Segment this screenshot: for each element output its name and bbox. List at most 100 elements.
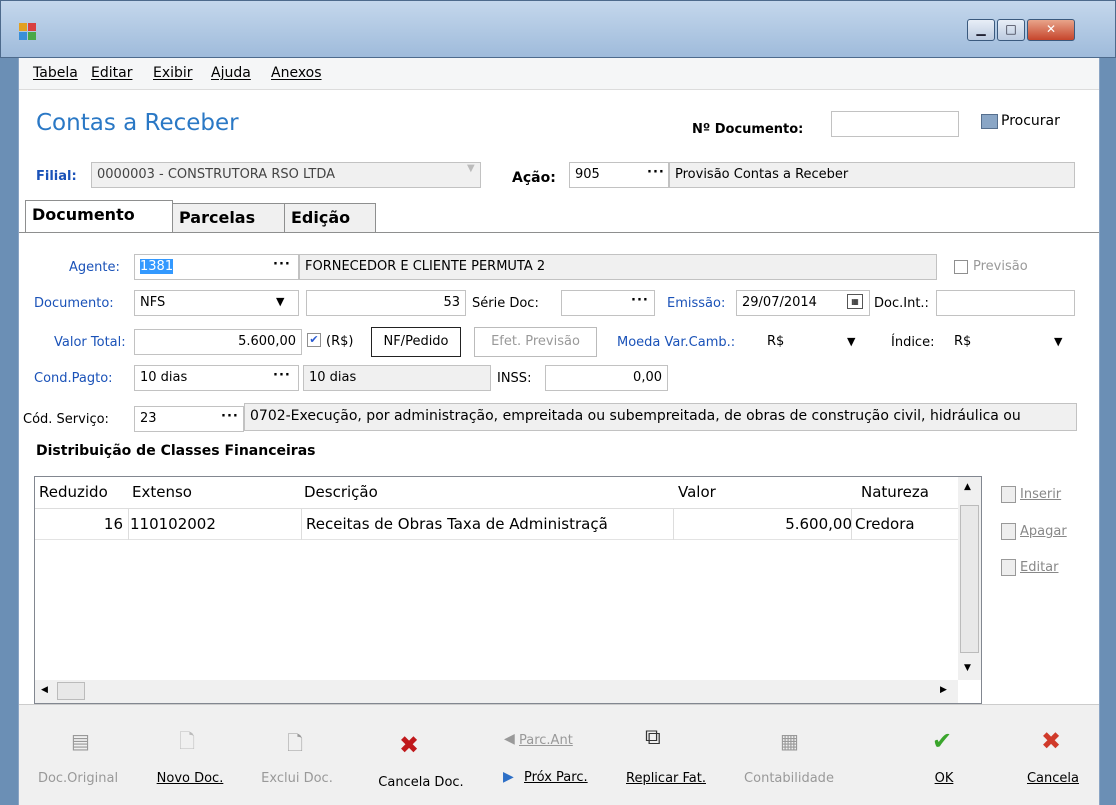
cod-servico-label: Cód. Serviço: <box>23 412 109 427</box>
acao-description: Provisão Contas a Receber <box>669 162 1075 188</box>
moeda-dropdown-icon[interactable]: ▼ <box>847 335 855 348</box>
doc-number-input[interactable] <box>831 111 959 137</box>
minimize-button[interactable]: ▁ <box>967 19 995 41</box>
inserir-label: Inserir <box>1020 487 1062 502</box>
delete-doc-icon: 🗋 <box>287 731 304 755</box>
cell-valor: 5.600,00 <box>785 515 852 533</box>
new-doc-icon: 🗋 <box>179 729 196 753</box>
filial-select[interactable]: 0000003 - CONSTRUTORA RSO LTDA <box>91 162 481 188</box>
col-natureza[interactable]: Natureza <box>861 483 929 501</box>
previsao-checkbox[interactable] <box>954 260 968 274</box>
doc-number-label: Nº Documento: <box>692 122 804 137</box>
hscroll-thumb[interactable] <box>57 682 85 700</box>
accounting-icon: ▦ <box>780 729 799 753</box>
docint-input[interactable] <box>936 290 1075 316</box>
inss-input[interactable]: 0,00 <box>545 365 668 391</box>
menu-exibir[interactable]: Exibir <box>153 65 193 81</box>
cond-pagto-lookup-button[interactable]: ··· <box>273 368 291 383</box>
next-parcel-icon: ▶ <box>503 769 514 785</box>
indice-dropdown-icon[interactable]: ▼ <box>1054 335 1062 348</box>
cancela-button[interactable]: Cancela <box>1015 771 1091 786</box>
table-row[interactable]: 16 110102002 Receitas de Obras Taxa de A… <box>35 508 958 540</box>
exclui-doc-button[interactable]: Exclui Doc. <box>259 771 335 786</box>
search-button[interactable]: Procurar <box>981 113 1060 129</box>
novo-doc-button[interactable]: Novo Doc. <box>143 771 237 786</box>
cell-natureza: Credora <box>855 515 915 533</box>
replicar-fat-button[interactable]: Replicar Fat. <box>617 771 715 786</box>
contabilidade-button[interactable]: Contabilidade <box>739 771 839 786</box>
tab-edicao[interactable]: Edição <box>284 203 376 233</box>
window-titlebar: ▁ □ ✕ <box>0 0 1116 58</box>
classes-financeiras-grid[interactable]: Reduzido Extenso Descrição Valor Naturez… <box>34 476 982 704</box>
tab-parcelas[interactable]: Parcelas <box>172 203 285 233</box>
ok-icon: ✔ <box>932 727 953 755</box>
cell-extenso: 110102002 <box>130 515 216 533</box>
col-descricao[interactable]: Descrição <box>304 483 378 501</box>
valor-total-label: Valor Total: <box>54 335 126 350</box>
parc-ant-button[interactable]: Parc.Ant <box>519 733 573 748</box>
cancel-doc-icon: ✖ <box>399 731 420 759</box>
horizontal-scrollbar[interactable]: ◀ ▶ <box>35 680 958 703</box>
inserir-button[interactable]: Inserir <box>1001 486 1061 503</box>
apagar-button[interactable]: Apagar <box>1001 523 1067 540</box>
indice-label: Índice: <box>891 335 935 350</box>
menu-tabela[interactable]: Tabela <box>33 65 78 81</box>
documento-select[interactable]: NFS <box>134 290 299 316</box>
cancel-icon: ✖ <box>1041 727 1062 755</box>
moeda-label: Moeda Var.Camb.: <box>617 335 736 350</box>
prev-parcel-icon: ◀ <box>504 731 515 747</box>
rs-checkbox[interactable]: ✔ <box>307 333 321 347</box>
prox-parc-button[interactable]: Próx Parc. <box>524 770 588 785</box>
close-button[interactable]: ✕ <box>1027 19 1075 41</box>
search-label: Procurar <box>1001 113 1060 129</box>
agente-code-value: 1381 <box>140 259 174 274</box>
serie-lookup-button[interactable]: ··· <box>631 293 649 308</box>
app-window: Tabela Editar Exibir Ajuda Anexos Contas… <box>18 58 1100 805</box>
documento-number-input[interactable]: 53 <box>306 290 466 316</box>
acao-lookup-button[interactable]: ··· <box>647 165 665 180</box>
cancela-doc-button[interactable]: Cancela Doc. <box>361 775 481 790</box>
documento-panel: Agente: 1381 ··· FORNECEDOR E CLIENTE PE… <box>19 232 1099 704</box>
filial-dropdown-icon[interactable]: ▼ <box>467 163 475 174</box>
col-reduzido[interactable]: Reduzido <box>39 483 108 501</box>
documento-dropdown-icon[interactable]: ▼ <box>276 295 284 308</box>
tab-bar: Documento Parcelas Edição <box>19 200 1099 234</box>
scroll-down-icon[interactable]: ▼ <box>964 663 971 673</box>
vertical-scrollbar[interactable]: ▲ ▼ <box>958 477 981 680</box>
footer-toolbar: ▤ Doc.Original 🗋 Novo Doc. 🗋 Exclui Doc.… <box>19 704 1099 805</box>
calendar-icon[interactable]: ▦ <box>847 294 863 309</box>
emissao-label: Emissão: <box>667 296 726 311</box>
serie-label: Série Doc: <box>472 296 539 311</box>
app-icon <box>19 23 37 41</box>
acao-label: Ação: <box>512 170 556 186</box>
edit-icon <box>1001 559 1016 576</box>
rs-label: (R$) <box>326 334 354 349</box>
cond-pagto-description: 10 dias <box>303 365 491 391</box>
cod-servico-lookup-button[interactable]: ··· <box>221 409 239 424</box>
distrib-title: Distribuição de Classes Financeiras <box>36 443 316 459</box>
page-title: Contas a Receber <box>36 110 239 136</box>
doc-original-icon: ▤ <box>71 729 90 753</box>
maximize-button[interactable]: □ <box>997 19 1025 41</box>
agente-lookup-button[interactable]: ··· <box>273 257 291 272</box>
efet-previsao-button[interactable]: Efet. Previsão <box>474 327 597 357</box>
replicate-icon: ⧉ <box>645 725 661 750</box>
valor-total-input[interactable]: 5.600,00 <box>134 329 302 355</box>
scroll-right-icon[interactable]: ▶ <box>940 685 947 695</box>
ok-button[interactable]: OK <box>919 771 969 786</box>
documento-label: Documento: <box>34 296 114 311</box>
col-extenso[interactable]: Extenso <box>132 483 192 501</box>
menu-anexos[interactable]: Anexos <box>271 65 322 81</box>
editar-button[interactable]: Editar <box>1001 559 1059 576</box>
cond-pagto-label: Cond.Pagto: <box>34 371 113 386</box>
col-valor[interactable]: Valor <box>678 483 716 501</box>
scroll-up-icon[interactable]: ▲ <box>964 482 971 492</box>
nf-pedido-button[interactable]: NF/Pedido <box>371 327 461 357</box>
menu-editar[interactable]: Editar <box>91 65 132 81</box>
scroll-left-icon[interactable]: ◀ <box>41 685 48 695</box>
editar-label: Editar <box>1020 560 1059 575</box>
menu-ajuda[interactable]: Ajuda <box>211 65 251 81</box>
doc-original-button[interactable]: Doc.Original <box>19 771 137 786</box>
tab-documento[interactable]: Documento <box>25 200 173 234</box>
scroll-thumb[interactable] <box>960 505 979 653</box>
